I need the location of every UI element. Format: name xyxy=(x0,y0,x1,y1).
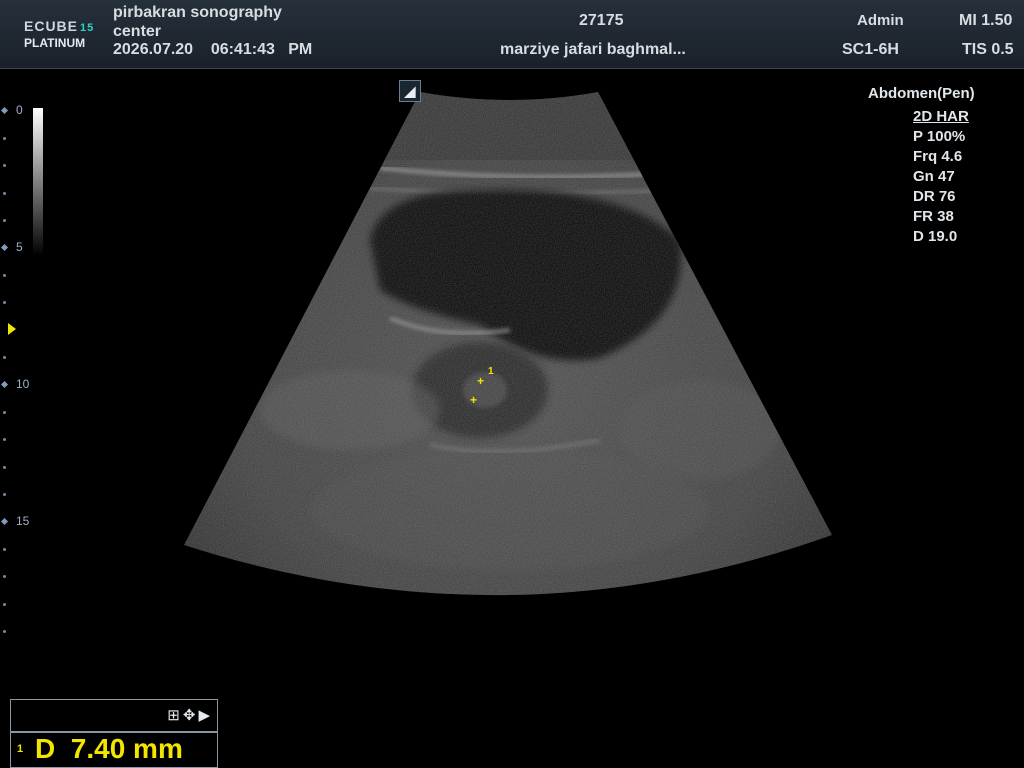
depth-label-10: 10 xyxy=(16,377,30,391)
depth-tick xyxy=(0,517,9,526)
caliper-plus-icon[interactable]: + xyxy=(470,394,477,406)
header-bar: ECUBE 15 PLATINUM pirbakran sonography ce… xyxy=(0,0,1024,69)
param-gain: Gn 47 xyxy=(913,168,955,185)
grayscale-bar xyxy=(33,108,43,256)
depth-tick xyxy=(3,466,6,469)
focus-marker-icon[interactable] xyxy=(8,323,16,335)
depth-tick xyxy=(3,274,6,277)
param-depth: D 19.0 xyxy=(913,228,958,245)
param-power: P 100% xyxy=(913,128,966,145)
patient-name: marziye jafari baghmal... xyxy=(500,41,686,58)
depth-tick xyxy=(3,630,6,633)
measurement-toolbar: ⊞✥▶ xyxy=(10,699,218,732)
patient-id: 27175 xyxy=(579,12,624,29)
probe-name: SC1-6H xyxy=(842,41,899,58)
depth-tick xyxy=(3,493,6,496)
depth-tick xyxy=(3,137,6,140)
param-frame-rate: FR 38 xyxy=(913,208,954,225)
depth-label-5: 5 xyxy=(16,240,23,254)
orientation-marker-icon: ◢ xyxy=(399,80,421,102)
param-frequency: Frq 4.6 xyxy=(913,148,963,165)
grid-icon[interactable]: ⊞ xyxy=(167,707,183,724)
depth-tick xyxy=(3,438,6,441)
caliper-plus-icon[interactable]: + xyxy=(477,375,484,387)
imaging-mode: 2D HAR xyxy=(913,108,969,125)
depth-tick xyxy=(0,380,9,389)
mechanical-index: MI 1.50 xyxy=(959,12,1013,29)
ultrasound-image[interactable] xyxy=(180,90,840,630)
depth-tick xyxy=(3,219,6,222)
depth-tick xyxy=(3,192,6,195)
exam-datetime: 2026.07.20 06:41:43 PM xyxy=(113,41,313,58)
move-icon[interactable]: ✥ xyxy=(183,707,199,724)
depth-tick xyxy=(0,106,9,115)
param-dynamic-range: DR 76 xyxy=(913,188,956,205)
depth-tick xyxy=(3,575,6,578)
depth-tick xyxy=(3,164,6,167)
operator-name: Admin xyxy=(857,12,904,29)
depth-tick xyxy=(3,548,6,551)
depth-tick xyxy=(3,411,6,414)
measurement-result: 1 D 7.40 mm xyxy=(10,732,218,768)
depth-tick xyxy=(3,301,6,304)
depth-label-0: 0 xyxy=(16,103,23,117)
depth-tick xyxy=(3,603,6,606)
thermal-index: TIS 0.5 xyxy=(962,41,1014,58)
exam-preset: Abdomen(Pen) xyxy=(868,85,975,102)
measurement-value: D 7.40 mm xyxy=(35,733,183,764)
measurement-index: 1 xyxy=(17,743,24,755)
depth-label-15: 15 xyxy=(16,514,30,528)
expand-arrow-icon[interactable]: ▶ xyxy=(198,707,213,724)
ecube-logo: ECUBE 15 PLATINUM xyxy=(24,18,95,50)
imaging-parameters: 2D HAR P 100% Frq 4.6 Gn 47 DR 76 FR 38 … xyxy=(913,107,969,247)
hospital-name: pirbakran sonography center xyxy=(113,4,282,40)
depth-tick xyxy=(0,243,9,252)
caliper-label: 1 xyxy=(488,366,494,377)
depth-tick xyxy=(3,356,6,359)
sector-scan xyxy=(184,92,832,596)
